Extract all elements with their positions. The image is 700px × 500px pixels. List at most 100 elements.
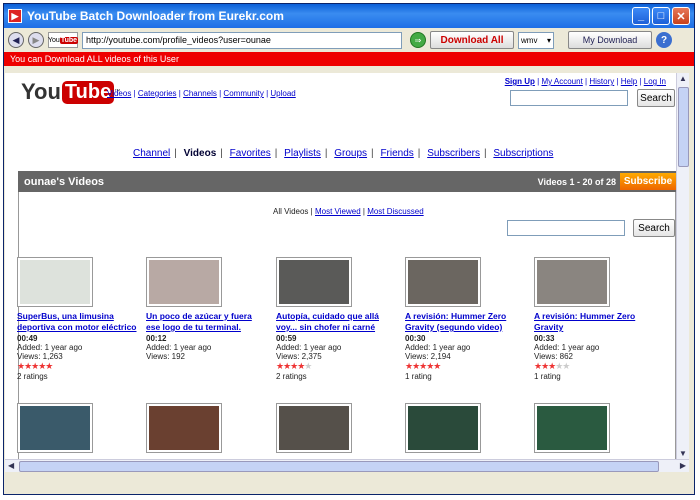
sign-up-link[interactable]: Sign Up: [505, 77, 535, 86]
video-thumbnail[interactable]: [17, 257, 93, 307]
history-link[interactable]: History: [589, 77, 614, 86]
video-views: Views: 862: [534, 352, 573, 361]
maximize-button[interactable]: □: [652, 7, 670, 25]
video-item: SuperBus, una limusina deportiva con mot…: [17, 257, 137, 381]
filter-sep: |: [362, 207, 365, 216]
download-all-button[interactable]: Download All: [430, 31, 514, 49]
tab-playlists[interactable]: Playlists: [284, 148, 321, 159]
site-search-input[interactable]: [510, 90, 628, 106]
vertical-scroll-thumb[interactable]: [678, 87, 689, 167]
video-thumbnail[interactable]: [146, 257, 222, 307]
format-select[interactable]: wmv ▾: [518, 31, 554, 49]
rating-stars: ★★★★★: [17, 361, 53, 371]
nav-categories[interactable]: Categories: [138, 89, 177, 98]
help-button[interactable]: ?: [656, 32, 672, 48]
subscribe-button[interactable]: Subscribe: [620, 173, 676, 190]
youtube-logo[interactable]: You Tube ™: [21, 79, 120, 105]
video-title-link[interactable]: A revisión: Hummer Zero Gravity (segundo…: [405, 311, 525, 333]
video-duration: 00:59: [276, 334, 297, 343]
tab-friends[interactable]: Friends: [380, 148, 413, 159]
video-thumbnail[interactable]: [405, 403, 481, 453]
logo-you: You: [21, 79, 61, 104]
user-links: Sign Up | My Account | History | Help | …: [504, 77, 666, 86]
filter-most-discussed[interactable]: Most Discussed: [367, 207, 423, 216]
my-download-button[interactable]: My Download: [568, 31, 652, 49]
nav-upload[interactable]: Upload: [270, 89, 295, 98]
video-added: Added: 1 year ago: [146, 343, 212, 352]
help-link[interactable]: Help: [621, 77, 637, 86]
scroll-left-icon[interactable]: ◀: [8, 461, 14, 470]
nav-community[interactable]: Community: [223, 89, 263, 98]
scroll-up-icon[interactable]: ▲: [679, 74, 687, 83]
scroll-right-icon[interactable]: ▶: [680, 461, 686, 470]
top-nav: Videos | Categories | Channels | Communi…: [107, 89, 296, 98]
video-added: Added: 1 year ago: [534, 343, 600, 352]
video-ratings: 2 ratings: [276, 372, 307, 381]
horizontal-scrollbar[interactable]: ◀ ▶: [5, 459, 689, 472]
video-item: Autopía, cuidado que allá voy... sin cho…: [276, 257, 396, 381]
tab-subscribers[interactable]: Subscribers: [427, 148, 480, 159]
minimize-button[interactable]: _: [632, 7, 650, 25]
videos-count: Videos 1 - 20 of 28: [537, 176, 616, 187]
video-thumbnail[interactable]: [405, 257, 481, 307]
tab-groups[interactable]: Groups: [334, 148, 367, 159]
channel-search-button[interactable]: Search: [633, 219, 675, 237]
filter-sep: |: [310, 207, 313, 216]
video-added: Added: 1 year ago: [276, 343, 342, 352]
filter-all: All Videos: [273, 207, 309, 216]
channel-nav: Channel | Videos | Favorites | Playlists | G…: [133, 148, 554, 159]
horizontal-scroll-thumb[interactable]: [19, 461, 659, 472]
format-value: wmv: [521, 35, 538, 45]
tab-videos[interactable]: Videos: [184, 148, 217, 159]
tab-subscriptions[interactable]: Subscriptions: [493, 148, 553, 159]
video-title-link[interactable]: Un poco de azúcar y fuera ese logo de tu…: [146, 311, 266, 333]
video-item: A revisión: Hummer Zero Gravity 00:33 Adde…: [534, 257, 654, 381]
tab-channel[interactable]: Channel: [133, 148, 170, 159]
youtube-home-button[interactable]: You Tube: [48, 32, 79, 48]
tab-favorites[interactable]: Favorites: [230, 148, 271, 159]
video-title-link[interactable]: A revisión: Hummer Zero Gravity: [534, 311, 654, 333]
yt-mini-you: You: [48, 36, 60, 44]
video-duration: 00:33: [534, 334, 555, 343]
filter-most-viewed[interactable]: Most Viewed: [315, 207, 361, 216]
video-thumbnail[interactable]: [146, 403, 222, 453]
browser-viewport: You Tube ™ Videos | Categories | Channel…: [5, 73, 676, 459]
video-added: Added: 1 year ago: [17, 343, 83, 352]
app-icon: ▶: [8, 9, 22, 23]
log-in-link[interactable]: Log In: [644, 77, 666, 86]
video-duration: 00:30: [405, 334, 426, 343]
go-button[interactable]: ⇒: [410, 32, 426, 48]
my-account-link[interactable]: My Account: [541, 77, 582, 86]
video-thumbnail[interactable]: [276, 403, 352, 453]
video-item: Un poco de azúcar y fuera ese logo de tu…: [146, 257, 266, 361]
video-ratings: 2 ratings: [17, 372, 48, 381]
vertical-scrollbar[interactable]: ▲ ▼: [676, 73, 689, 459]
back-button[interactable]: ◀: [8, 32, 24, 48]
video-item: [534, 403, 654, 453]
channel-search-input[interactable]: [507, 220, 625, 236]
video-views: Views: 2,375: [276, 352, 322, 361]
chevron-down-icon: ▾: [546, 35, 551, 45]
video-item: [146, 403, 266, 453]
toolbar: ◀ ▶ YouTube ⇒ Download All wmv ▾ My Downl…: [4, 28, 694, 52]
notice-bar: You can Download ALL videos of this User: [4, 52, 694, 66]
video-thumbnail[interactable]: [534, 257, 610, 307]
nav-videos[interactable]: Videos: [107, 89, 131, 98]
video-thumbnail[interactable]: [534, 403, 610, 453]
video-title-link[interactable]: SuperBus, una limusina deportiva con mot…: [17, 311, 137, 333]
url-input[interactable]: [82, 31, 402, 49]
nav-channels[interactable]: Channels: [183, 89, 217, 98]
rating-stars: ★★★★★: [405, 361, 441, 371]
video-title-link[interactable]: Autopía, cuidado que allá voy... sin cho…: [276, 311, 396, 333]
forward-button[interactable]: ▶: [28, 32, 44, 48]
videos-header-title: ounae's Videos: [24, 175, 105, 188]
video-filters: All Videos | Most Viewed | Most Discusse…: [273, 207, 424, 216]
video-added: Added: 1 year ago: [405, 343, 471, 352]
video-item: [17, 403, 137, 453]
video-thumbnail[interactable]: [276, 257, 352, 307]
videos-header: ounae's Videos Videos 1 - 20 of 28 Subsc…: [18, 171, 676, 192]
scroll-down-icon[interactable]: ▼: [679, 449, 687, 458]
site-search-button[interactable]: Search: [637, 89, 675, 107]
video-thumbnail[interactable]: [17, 403, 93, 453]
close-button[interactable]: ✕: [672, 7, 690, 25]
